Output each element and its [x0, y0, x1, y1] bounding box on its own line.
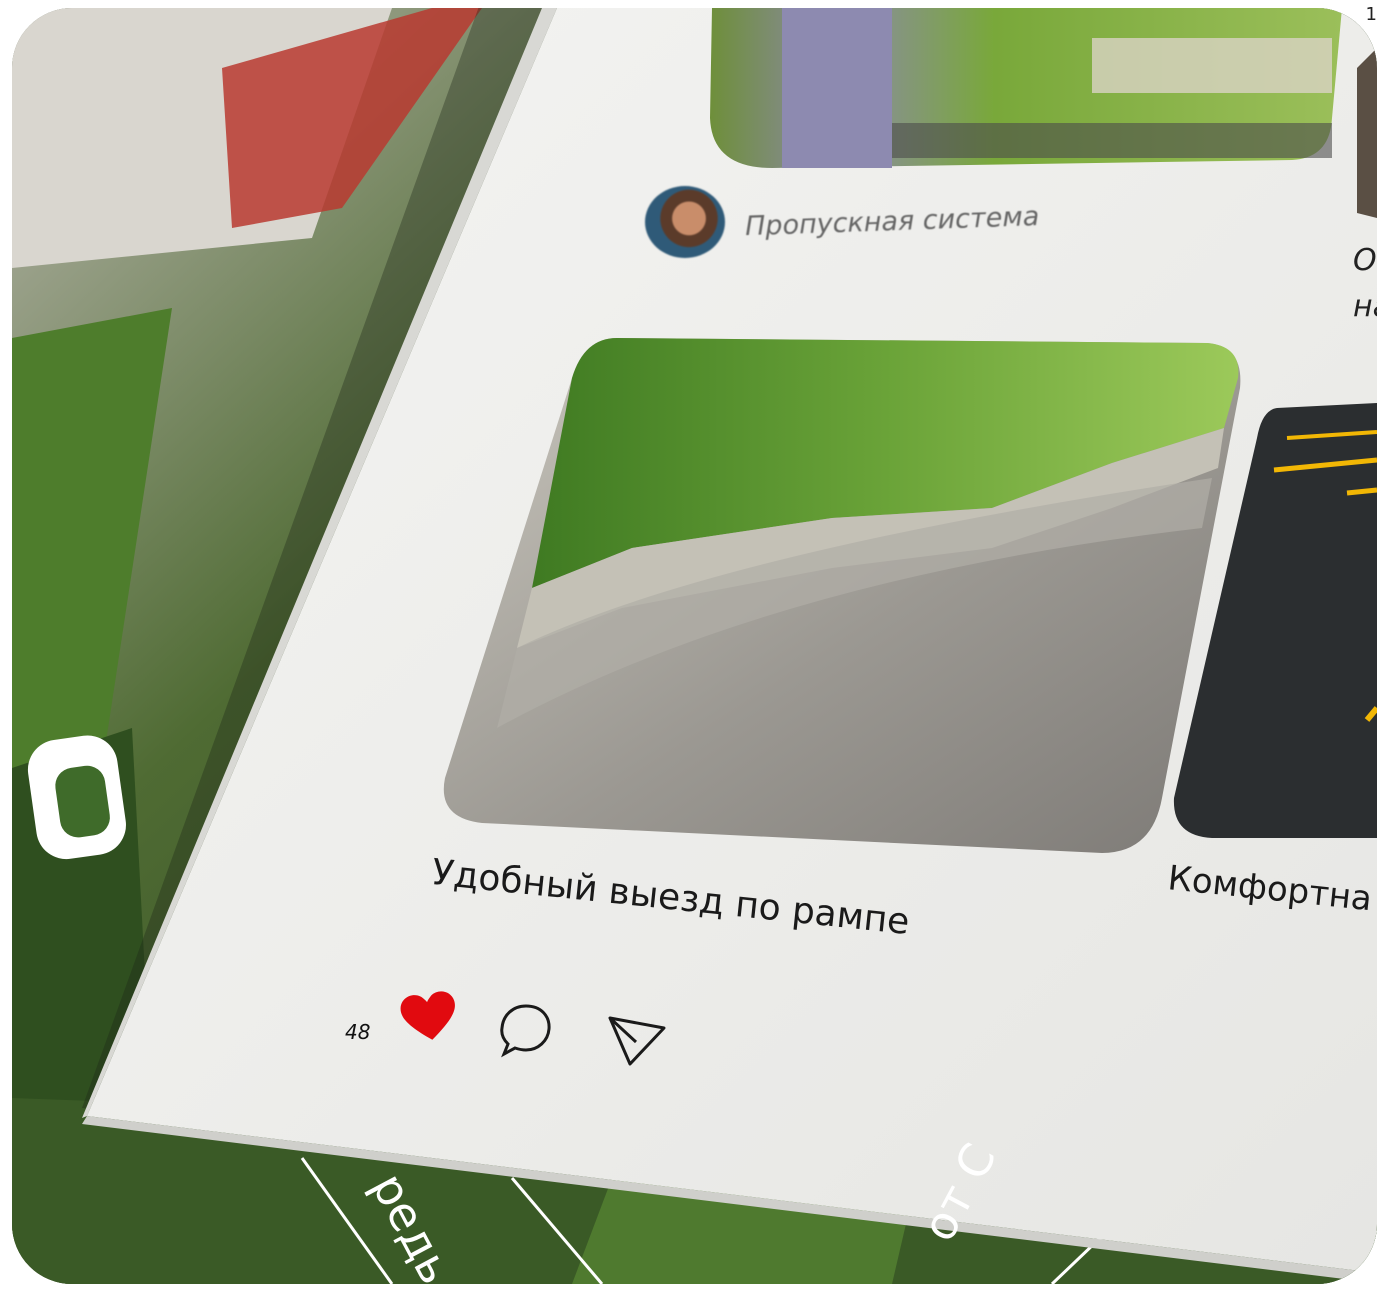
caption-right-top-line2: на — [1353, 289, 1377, 324]
comment-icon[interactable] — [496, 1000, 556, 1060]
caption-right-top: О на — [1353, 238, 1377, 330]
caption-right-top-line1: О — [1353, 243, 1377, 278]
heart-icon[interactable] — [398, 990, 460, 1042]
likes-count: 48 — [345, 1020, 371, 1044]
avatar — [645, 186, 725, 258]
send-icon[interactable] — [604, 1008, 668, 1070]
